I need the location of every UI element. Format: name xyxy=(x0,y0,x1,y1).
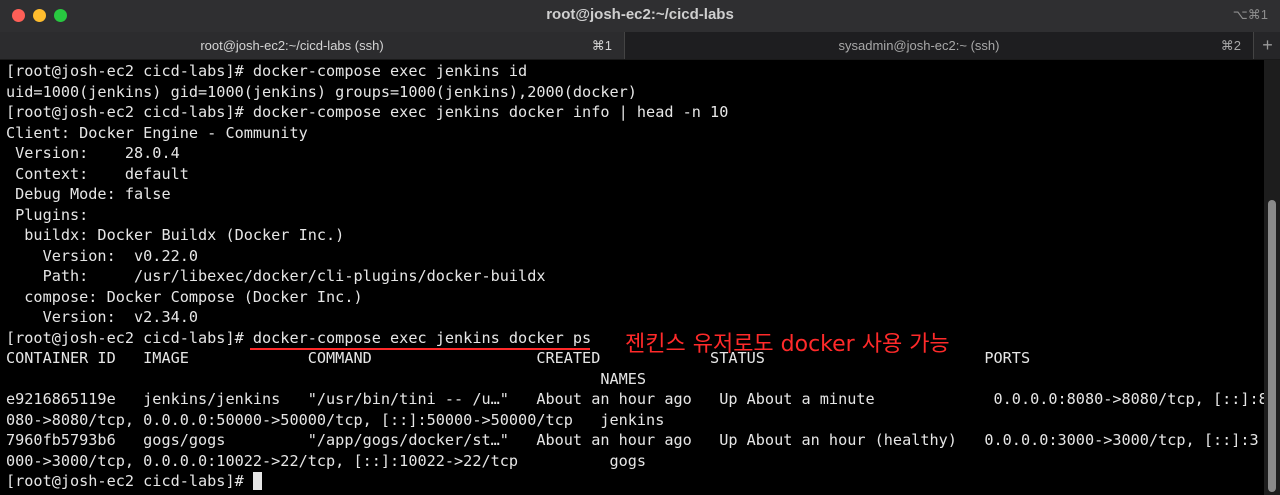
terminal-line: Context: default xyxy=(6,164,189,183)
terminal-line: Version: v2.34.0 xyxy=(6,308,199,326)
prompt-line: [root@josh-ec2 cicd-labs]# xyxy=(6,471,1264,492)
terminal-window: root@josh-ec2:~/cicd-labs ⌥⌘1 root@josh-… xyxy=(0,0,1280,495)
scrollbar-thumb[interactable] xyxy=(1268,200,1276,492)
cursor xyxy=(252,472,262,490)
tab-root-ssh[interactable]: root@josh-ec2:~/cicd-labs (ssh) ⌘1 xyxy=(0,32,625,59)
tab-shortcut: ⌘2 xyxy=(1220,38,1241,53)
terminal-line: 080->8080/tcp, 0.0.0.0:50000->50000/tcp,… xyxy=(6,410,665,429)
terminal-output[interactable]: [root@josh-ec2 cicd-labs]# docker-compos… xyxy=(6,61,1268,495)
window-title: root@josh-ec2:~/cicd-labs xyxy=(546,6,734,23)
tab-label: root@josh-ec2:~/cicd-labs (ssh) xyxy=(200,38,384,53)
annotation-underline xyxy=(250,348,590,350)
terminal-line: 7960fb5793b6 gogs/gogs "/app/gogs/docker… xyxy=(6,431,1259,449)
prompt: [root@josh-ec2 cicd-labs]# xyxy=(6,472,253,490)
scrollbar[interactable] xyxy=(1264,60,1280,495)
tab-label: sysadmin@josh-ec2:~ (ssh) xyxy=(838,38,1000,53)
annotation-text: 젠킨스 유저로도 docker 사용 가능 xyxy=(625,332,950,357)
terminal-line: Version: 28.0.4 xyxy=(6,144,180,162)
terminal-line: [root@josh-ec2 cicd-labs]# docker-compos… xyxy=(6,103,729,121)
tab-sysadmin-ssh[interactable]: sysadmin@josh-ec2:~ (ssh) ⌘2 xyxy=(625,32,1253,59)
terminal-line: compose: Docker Compose (Docker Inc.) xyxy=(6,287,363,306)
terminal-line: 000->3000/tcp, 0.0.0.0:10022->22/tcp, [:… xyxy=(6,451,647,470)
new-tab-button[interactable]: + xyxy=(1253,32,1280,59)
terminal-line: NAMES xyxy=(6,369,647,388)
terminal-line: Plugins: xyxy=(6,205,89,224)
terminal-line: uid=1000(jenkins) gid=1000(jenkins) grou… xyxy=(6,82,637,101)
terminal-line: Client: Docker Engine - Community xyxy=(6,123,308,142)
tab-shortcut: ⌘1 xyxy=(591,38,612,53)
title-bar: root@josh-ec2:~/cicd-labs ⌥⌘1 xyxy=(0,0,1280,32)
terminal-line: buildx: Docker Buildx (Docker Inc.) xyxy=(6,226,345,244)
terminal-line: Path: /usr/libexec/docker/cli-plugins/do… xyxy=(6,267,546,285)
terminal-line: Debug Mode: false xyxy=(6,185,171,203)
terminal-line: Version: v0.22.0 xyxy=(6,246,199,265)
terminal-line: [root@josh-ec2 cicd-labs]# docker-compos… xyxy=(6,62,528,80)
tab-bar: root@josh-ec2:~/cicd-labs (ssh) ⌘1 sysad… xyxy=(0,32,1280,60)
terminal-line: e9216865119e jenkins/jenkins "/usr/bin/t… xyxy=(6,390,1268,408)
window-shortcut: ⌥⌘1 xyxy=(1232,7,1268,22)
